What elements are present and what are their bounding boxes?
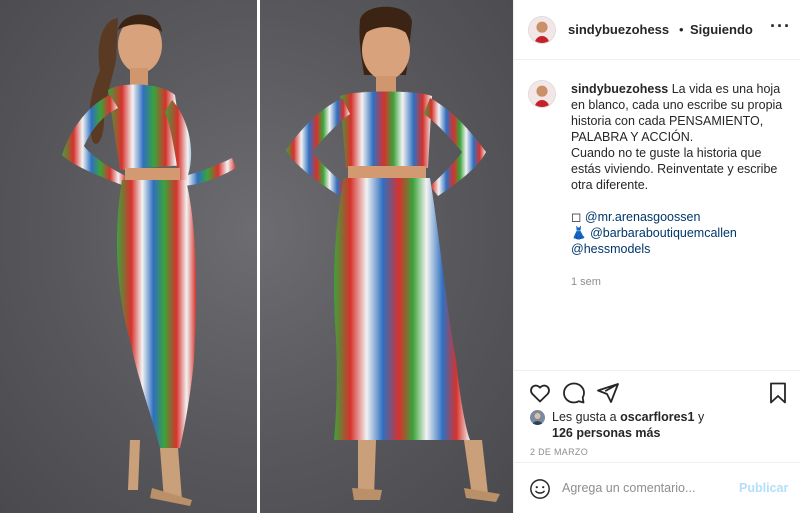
post-header: sindybuezohess • Siguiendo ··· — [514, 0, 800, 60]
likes-count[interactable]: 126 personas más — [552, 425, 660, 441]
post-side-panel: sindybuezohess • Siguiendo ··· sindybuez… — [513, 0, 800, 513]
comment-box: Publicar — [514, 462, 800, 513]
caption-text: sindybuezohess La vida es una hoja en bl… — [571, 81, 786, 257]
post-photo[interactable] — [0, 0, 513, 513]
post-actions: Les gusta a oscarflores1 y 126 personas … — [514, 370, 800, 460]
emoji-icon[interactable] — [529, 478, 551, 500]
header-username[interactable]: sindybuezohess — [568, 22, 669, 37]
follow-button[interactable]: Siguiendo — [690, 22, 753, 37]
post-date[interactable]: 2 DE MARZO — [530, 447, 588, 457]
liker-avatar[interactable] — [530, 410, 545, 425]
more-horizontal-icon[interactable]: ··· — [770, 16, 791, 37]
model-figure-left — [62, 14, 236, 506]
caption-avatar[interactable] — [528, 80, 556, 108]
credit-line: @hessmodels — [571, 241, 786, 257]
liker-username[interactable]: oscarflores1 — [620, 410, 694, 424]
dress-icon: 👗 — [571, 226, 587, 240]
square-icon: ◻ — [571, 210, 582, 224]
caption-timestamp[interactable]: 1 sem — [571, 276, 601, 288]
avatar[interactable] — [528, 16, 556, 44]
caption-username[interactable]: sindybuezohess — [571, 82, 668, 96]
heart-icon[interactable] — [528, 381, 552, 405]
separator-dot: • — [679, 22, 684, 37]
credit-line: ◻ @mr.arenasgoossen — [571, 209, 786, 225]
likes-text: Les gusta a oscarflores1 y — [552, 410, 705, 424]
caption-line: Cuando no te guste la historia que estás… — [571, 146, 778, 192]
comment-input[interactable] — [562, 477, 732, 499]
bookmark-icon[interactable] — [766, 381, 790, 405]
share-icon[interactable] — [596, 381, 620, 405]
credit-line: 👗 @barbaraboutiquemcallen — [571, 225, 786, 241]
model-figure-right — [286, 6, 500, 502]
mention-link[interactable]: @mr.arenasgoossen — [585, 210, 701, 224]
post-comment-button[interactable]: Publicar — [739, 481, 788, 495]
post-caption: sindybuezohess La vida es una hoja en bl… — [514, 62, 800, 370]
comment-icon[interactable] — [562, 381, 586, 405]
mention-link[interactable]: @barbaraboutiquemcallen — [590, 226, 737, 240]
mention-link[interactable]: @hessmodels — [571, 242, 650, 256]
